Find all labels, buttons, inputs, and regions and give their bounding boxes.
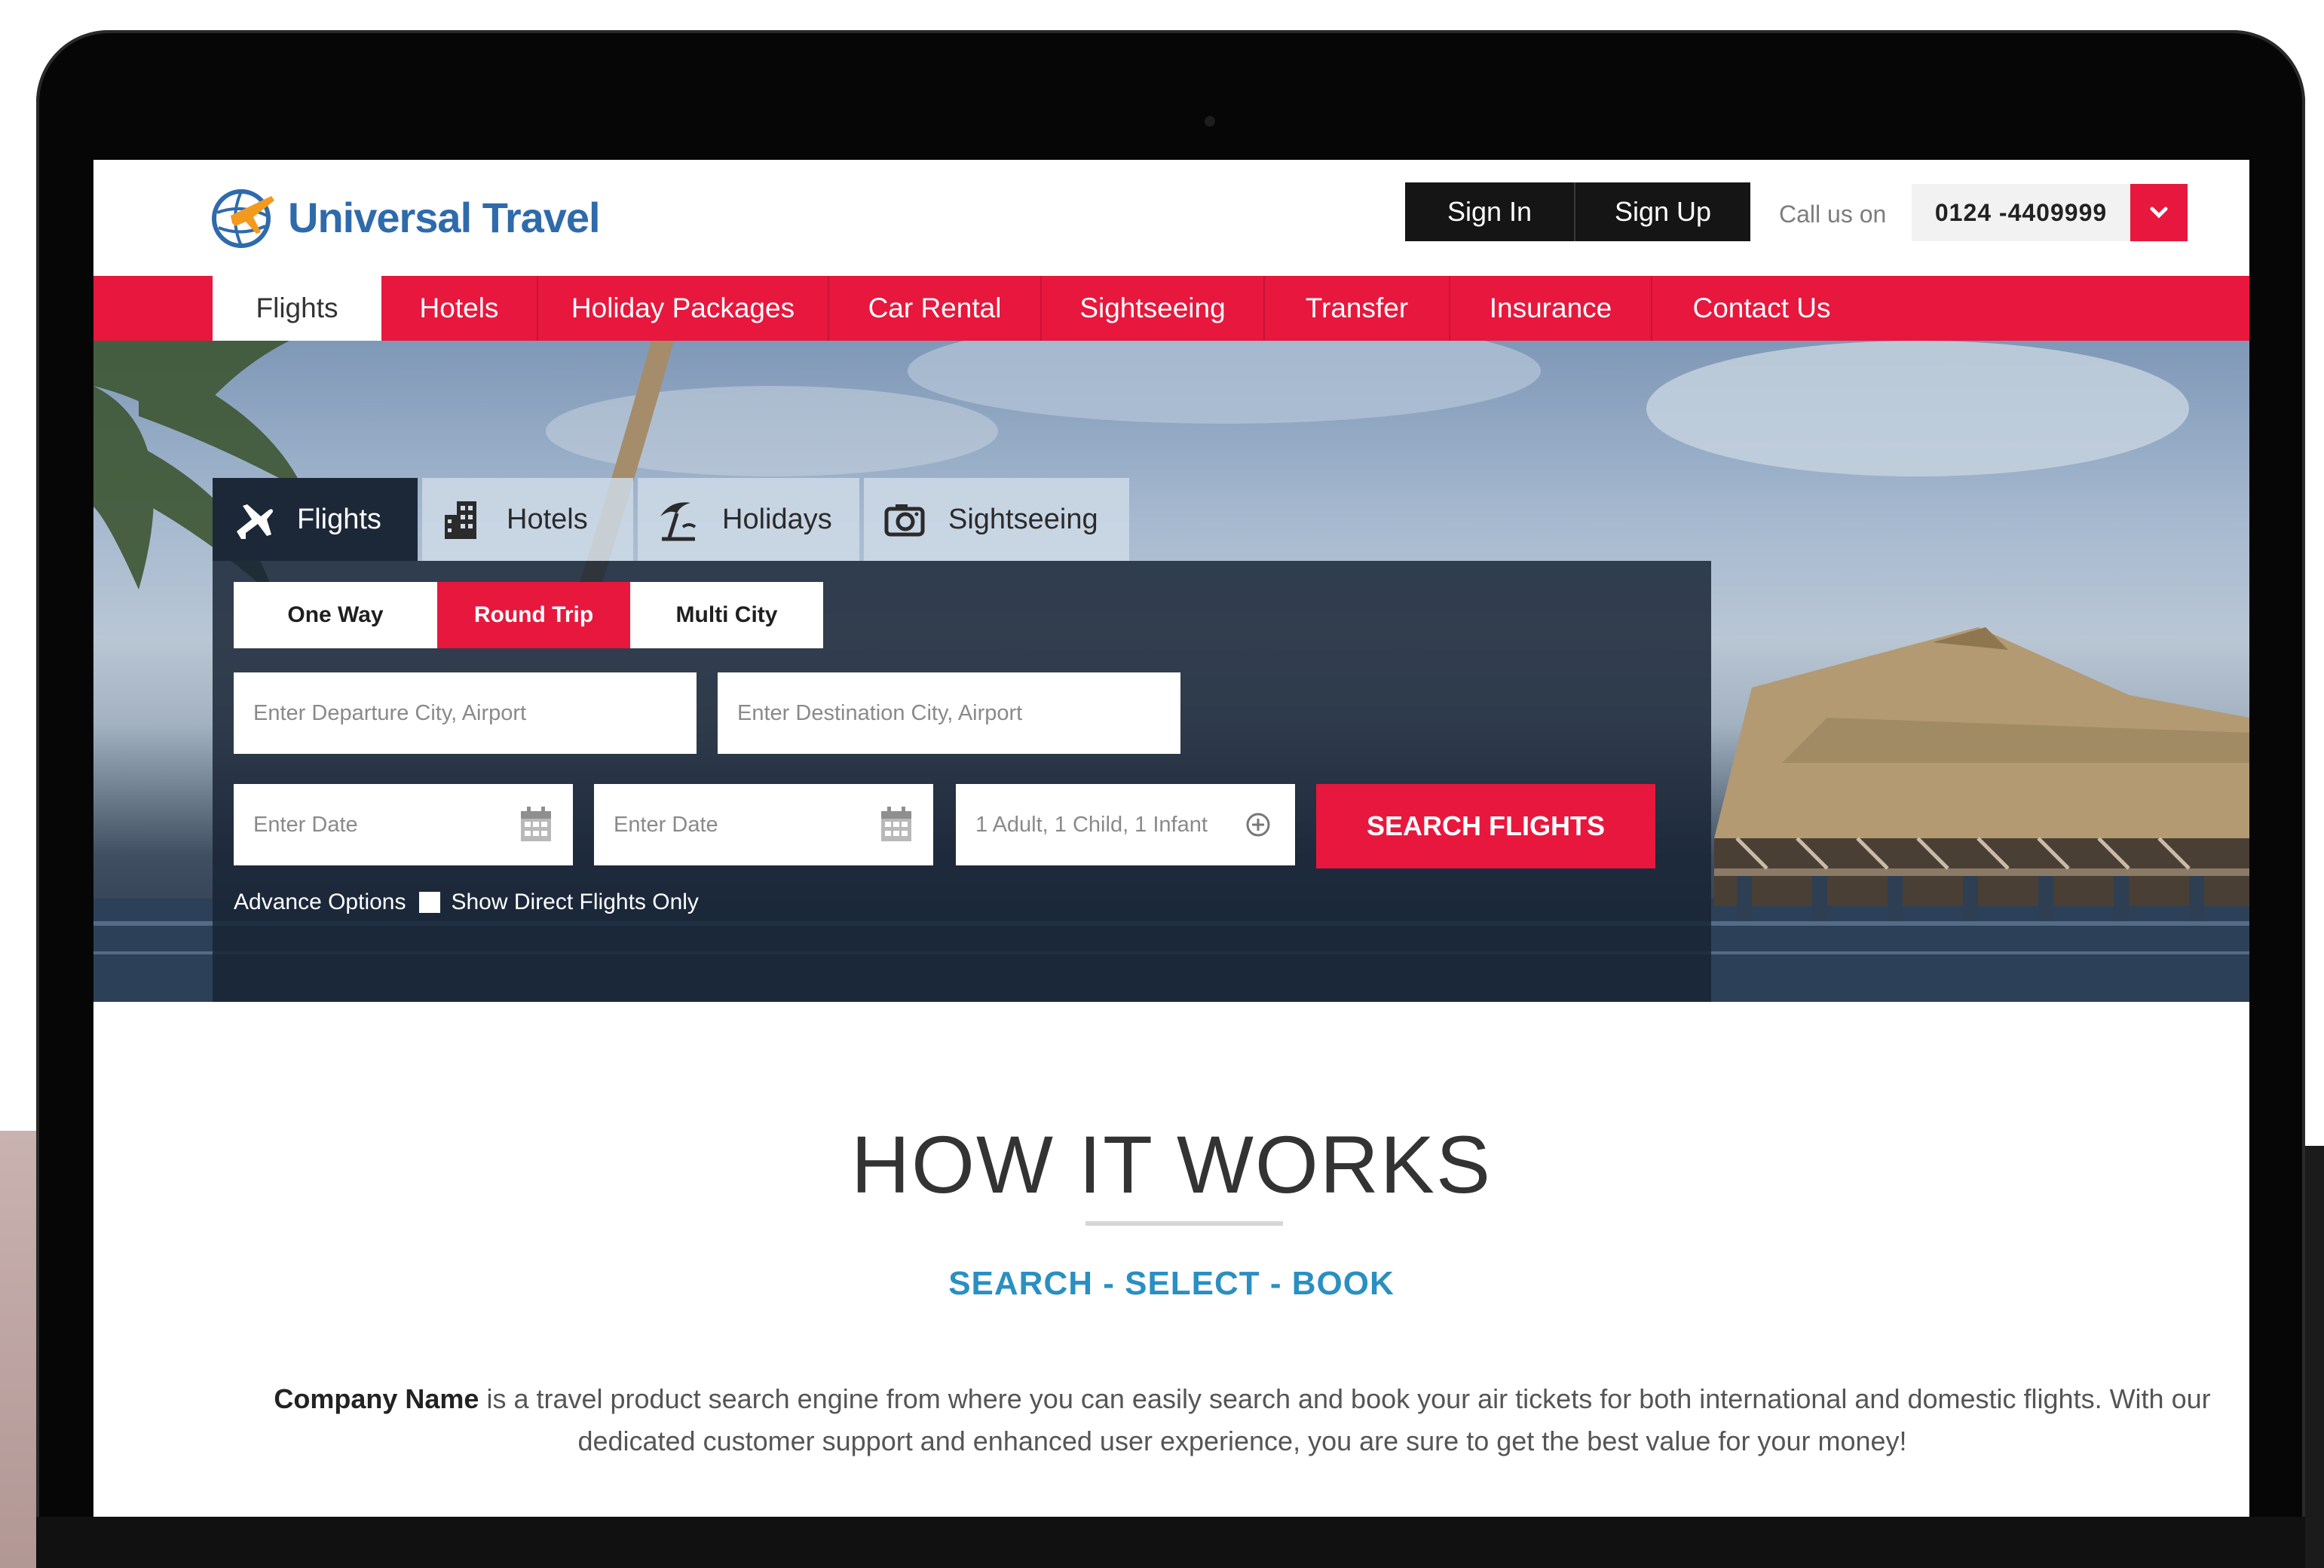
nav-flights[interactable]: Flights xyxy=(213,276,381,341)
search-tab-hotels[interactable]: Hotels xyxy=(422,478,633,561)
direct-flights-checkbox[interactable] xyxy=(419,892,441,913)
trip-multi-city[interactable]: Multi City xyxy=(630,582,823,648)
travellers-value: 1 Adult, 1 Child, 1 Infant xyxy=(975,812,1208,837)
calendar-icon xyxy=(881,807,911,841)
logo-text: Universal Travel xyxy=(288,193,601,241)
search-tab-holidays-label: Holidays xyxy=(722,503,832,535)
header-dropdown-button[interactable] xyxy=(2130,184,2188,241)
nav-contact-us[interactable]: Contact Us xyxy=(1652,276,1871,341)
main-nav: Flights Hotels Holiday Packages Car Rent… xyxy=(93,276,2249,341)
nav-holiday-packages[interactable]: Holiday Packages xyxy=(538,276,829,341)
plane-icon xyxy=(237,504,273,539)
advance-options-link[interactable]: Advance Options xyxy=(234,890,406,915)
departure-date-input[interactable]: Enter Date xyxy=(234,784,573,865)
screen: Universal Travel Sign In Sign Up Call us… xyxy=(93,160,2249,1517)
plus-circle-icon[interactable] xyxy=(1241,805,1275,844)
auth-buttons: Sign In Sign Up xyxy=(1405,182,1750,241)
search-tab-sightseeing[interactable]: Sightseeing xyxy=(864,478,1129,561)
how-it-works-title: HOW IT WORKS xyxy=(851,1119,1492,1210)
destination-input[interactable]: Enter Destination City, Airport xyxy=(718,672,1180,754)
departure-input[interactable]: Enter Departure City, Airport xyxy=(234,672,697,754)
hero-banner: Flights Hotels Holidays Sightseeing One … xyxy=(93,341,2249,1002)
departure-date-placeholder: Enter Date xyxy=(253,812,358,837)
return-date-input[interactable]: Enter Date xyxy=(594,784,933,865)
search-panel: One Way Round Trip Multi City Enter Depa… xyxy=(213,561,1711,1002)
camera-dot xyxy=(1205,116,1215,127)
return-date-placeholder: Enter Date xyxy=(614,812,718,837)
search-tab-flights-label: Flights xyxy=(297,503,381,535)
calendar-icon xyxy=(521,807,551,841)
sign-up-button[interactable]: Sign Up xyxy=(1575,182,1750,241)
nav-sightseeing[interactable]: Sightseeing xyxy=(1042,276,1265,341)
advance-options-row: Advance Options Show Direct Flights Only xyxy=(234,890,699,915)
search-tab-holidays[interactable]: Holidays xyxy=(638,478,859,561)
nav-transfer[interactable]: Transfer xyxy=(1265,276,1450,341)
beach-umbrella-icon xyxy=(660,502,697,541)
search-tab-flights[interactable]: Flights xyxy=(213,478,418,561)
camera-icon xyxy=(884,504,925,537)
trip-round-trip[interactable]: Round Trip xyxy=(437,582,630,648)
trip-one-way[interactable]: One Way xyxy=(234,582,437,648)
section-divider xyxy=(1085,1221,1283,1226)
nav-car-rental[interactable]: Car Rental xyxy=(829,276,1042,341)
call-label: Call us on xyxy=(1779,201,1887,228)
travellers-input[interactable]: 1 Adult, 1 Child, 1 Infant xyxy=(956,784,1295,865)
company-name: Company Name xyxy=(274,1383,479,1414)
description-text: is a travel product search engine from w… xyxy=(479,1383,2211,1456)
search-flights-button[interactable]: SEARCH FLIGHTS xyxy=(1316,784,1655,868)
sign-in-button[interactable]: Sign In xyxy=(1405,182,1575,241)
search-tab-hotels-label: Hotels xyxy=(507,503,588,535)
laptop-bottom-bezel xyxy=(36,1517,2305,1568)
globe-plane-logo-icon xyxy=(212,189,274,248)
nav-insurance[interactable]: Insurance xyxy=(1450,276,1652,341)
logo[interactable]: Universal Travel xyxy=(208,182,601,252)
search-tabs: Flights Hotels Holidays Sightseeing xyxy=(213,478,1134,561)
direct-flights-label: Show Direct Flights Only xyxy=(451,890,699,914)
how-it-works-description: Company Name is a travel product search … xyxy=(217,1378,2249,1462)
how-it-works-subtitle: SEARCH - SELECT - BOOK xyxy=(948,1265,1395,1302)
nav-hotels[interactable]: Hotels xyxy=(381,276,538,341)
phone-number: 0124 -4409999 xyxy=(1912,184,2130,241)
search-tab-sightseeing-label: Sightseeing xyxy=(948,503,1098,535)
chevron-down-icon xyxy=(2150,207,2168,219)
building-icon xyxy=(445,501,476,539)
site-header: Universal Travel Sign In Sign Up Call us… xyxy=(93,160,2249,276)
